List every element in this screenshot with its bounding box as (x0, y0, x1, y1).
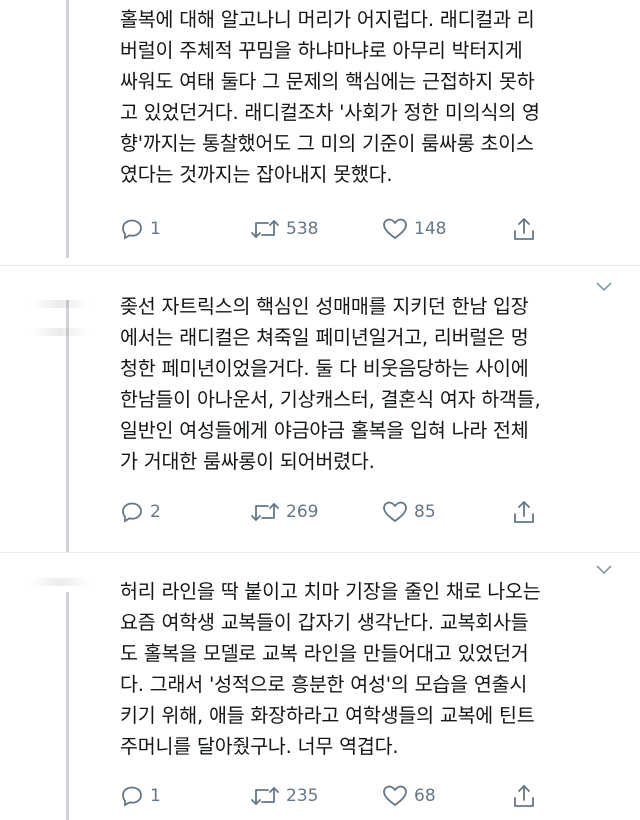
retweet-button[interactable]: 538 (250, 214, 318, 244)
reply-button[interactable]: 2 (120, 497, 161, 527)
tweet-text: 허리 라인을 딱 붙이고 치마 기장을 줄인 채로 나오는 요즘 여학생 교복들… (120, 580, 541, 758)
retweet-icon (251, 503, 279, 521)
reply-icon (122, 786, 142, 807)
retweet-count: 235 (286, 786, 319, 806)
like-count: 148 (414, 219, 447, 239)
reply-count: 2 (150, 502, 161, 522)
tweet[interactable]: 홀복에 대해 알고나니 머리가 어지럽다. 래디컬과 리 버럴이 주체적 꾸밈을… (0, 0, 640, 265)
retweet-button[interactable]: 235 (250, 781, 318, 811)
like-button[interactable]: 68 (382, 781, 436, 811)
share-button[interactable] (512, 781, 536, 811)
like-count: 85 (414, 502, 436, 522)
tweet-text: 홀복에 대해 알고나니 머리가 어지럽다. 래디컬과 리 버럴이 주체적 꾸밈을… (120, 8, 540, 186)
like-button[interactable]: 148 (382, 214, 446, 244)
share-icon (514, 785, 534, 807)
retweet-icon (251, 787, 279, 805)
tweet-text: 좆선 자트릭스의 핵심인 성매매를 지키던 한남 입장 에서는 래디컬은 쳐죽일… (120, 295, 541, 473)
heart-icon (383, 218, 407, 239)
share-icon (514, 218, 534, 240)
reply-count: 1 (150, 786, 161, 806)
reply-button[interactable]: 1 (120, 214, 161, 244)
tweet-actions: 2 269 85 (120, 497, 550, 527)
reply-icon (122, 502, 142, 523)
tweet[interactable]: 허리 라인을 딱 붙이고 치마 기장을 줄인 채로 나오는 요즘 여학생 교복들… (0, 552, 640, 820)
reply-count: 1 (150, 219, 161, 239)
like-button[interactable]: 85 (382, 497, 436, 527)
share-button[interactable] (512, 497, 536, 527)
tweet-actions: 1 235 68 (120, 781, 550, 811)
tweet-actions: 1 538 148 (120, 214, 550, 244)
retweet-count: 538 (286, 219, 319, 239)
retweet-icon (251, 220, 279, 238)
share-button[interactable] (512, 214, 536, 244)
like-count: 68 (414, 786, 436, 806)
retweet-button[interactable]: 269 (250, 497, 318, 527)
retweet-count: 269 (286, 502, 319, 522)
tweet[interactable]: 좆선 자트릭스의 핵심인 성매매를 지키던 한남 입장 에서는 래디컬은 쳐죽일… (0, 265, 640, 552)
reply-icon (122, 219, 142, 240)
reply-button[interactable]: 1 (120, 781, 161, 811)
share-icon (514, 501, 534, 523)
heart-icon (383, 785, 407, 806)
heart-icon (383, 501, 407, 522)
